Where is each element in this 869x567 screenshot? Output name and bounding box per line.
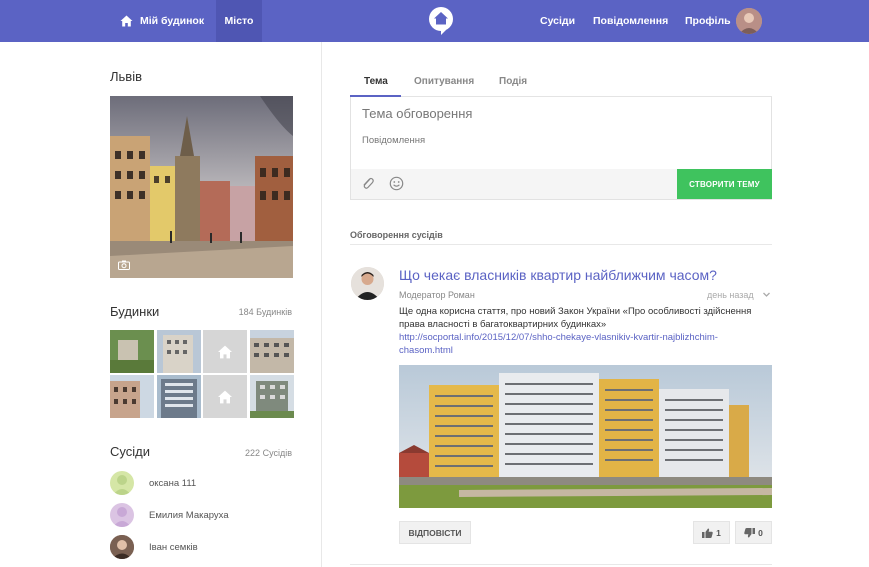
home-icon xyxy=(218,390,233,403)
post-image[interactable] xyxy=(399,365,772,508)
logo-icon[interactable] xyxy=(427,6,455,36)
building-thumb-placeholder[interactable] xyxy=(203,375,248,418)
avatar xyxy=(110,503,134,527)
building-thumb[interactable] xyxy=(110,330,154,373)
building-thumb[interactable] xyxy=(249,375,294,418)
camera-icon[interactable] xyxy=(118,260,130,270)
nav-neighbors[interactable]: Сусіди xyxy=(540,0,575,42)
neighbor-name: Емилия Макаруха xyxy=(149,509,229,521)
thumbs-down-icon xyxy=(744,527,756,537)
like-button[interactable]: 1 xyxy=(693,521,730,544)
buildings-grid xyxy=(110,330,294,418)
building-thumb[interactable] xyxy=(249,330,294,373)
post-author[interactable]: Модератор Роман xyxy=(399,290,475,300)
smile-icon[interactable] xyxy=(389,176,404,191)
top-navbar: Мій будинок Місто Сусіди Повідомлення Пр… xyxy=(0,0,869,42)
building-thumb[interactable] xyxy=(156,330,201,373)
tab-event[interactable]: Подія xyxy=(499,76,527,87)
left-sidebar: Львів Будинки 184 Будинків Сусіди 222 Су… xyxy=(0,42,322,567)
neighbors-count[interactable]: 222 Сусідів xyxy=(245,448,292,458)
divider xyxy=(350,244,772,245)
post-text: Ще одна корисна стаття, про новий Закон … xyxy=(399,306,752,330)
post-link[interactable]: http://socportal.info/2015/12/07/shho-ch… xyxy=(399,331,759,357)
nav-profile[interactable]: Профіль xyxy=(685,0,731,42)
profile-avatar[interactable] xyxy=(736,8,762,34)
feed-title: Обговорення сусідів xyxy=(350,230,443,240)
dislike-button[interactable]: 0 xyxy=(735,521,772,544)
composer-footer: СТВОРИТИ ТЕМУ xyxy=(351,169,772,199)
neighbors-title: Сусіди xyxy=(110,444,150,459)
buildings-count[interactable]: 184 Будинків xyxy=(239,307,292,317)
tab-topic[interactable]: Тема xyxy=(364,76,388,87)
composer-tabs: Тема Опитування Подія xyxy=(350,66,772,97)
nav-messages[interactable]: Повідомлення xyxy=(593,0,668,42)
post-title[interactable]: Що чекає власників квартир найближчим ча… xyxy=(399,267,717,283)
reply-button[interactable]: ВІДПОВІСТИ xyxy=(399,521,471,544)
home-icon xyxy=(120,15,133,27)
topic-input[interactable]: Тема обговорення xyxy=(362,106,472,121)
nav-my-house[interactable]: Мій будинок xyxy=(110,0,216,42)
post-time: день назад xyxy=(707,290,754,300)
dislike-count: 0 xyxy=(758,527,763,538)
tab-poll[interactable]: Опитування xyxy=(414,76,474,87)
avatar xyxy=(110,535,134,559)
avatar xyxy=(110,471,134,495)
city-photo[interactable] xyxy=(110,96,293,278)
divider xyxy=(350,564,772,565)
composer: Тема обговорення Повідомлення СТВОРИТИ Т… xyxy=(350,97,772,200)
neighbor-item[interactable]: Емилия Макаруха xyxy=(110,503,229,527)
buildings-title: Будинки xyxy=(110,304,160,319)
city-title: Львів xyxy=(110,69,143,84)
neighbor-item[interactable]: Іван семків xyxy=(110,535,198,559)
neighbor-name: оксана 111 xyxy=(149,477,197,489)
like-count: 1 xyxy=(716,527,721,538)
thumbs-up-icon xyxy=(702,528,713,538)
building-thumb[interactable] xyxy=(110,375,154,418)
message-input[interactable]: Повідомлення xyxy=(362,135,425,146)
chevron-down-icon[interactable] xyxy=(762,290,771,299)
paperclip-icon[interactable] xyxy=(361,176,375,191)
building-thumb[interactable] xyxy=(156,375,201,418)
neighbor-name: Іван семків xyxy=(149,541,198,553)
create-topic-button[interactable]: СТВОРИТИ ТЕМУ xyxy=(677,169,772,199)
building-thumb-placeholder[interactable] xyxy=(203,330,248,373)
home-icon xyxy=(218,345,233,358)
nav-my-house-label: Мій будинок xyxy=(140,15,205,27)
nav-city[interactable]: Місто xyxy=(216,0,262,42)
neighbor-item[interactable]: оксана 111 xyxy=(110,471,196,495)
post-author-avatar[interactable] xyxy=(351,267,384,300)
